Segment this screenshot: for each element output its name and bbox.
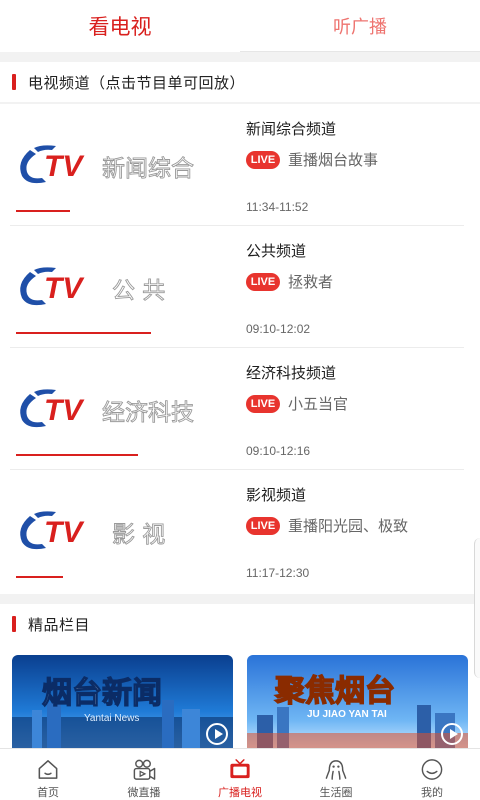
profile-icon <box>421 759 443 780</box>
nav-broadcast-tv[interactable]: 广播电视 <box>192 749 288 800</box>
program-time: 09:10-12:16 <box>246 444 311 458</box>
top-tab-bar: 看电视 听广播 <box>0 0 480 52</box>
yantai-news-subtitle: Yantai News <box>84 713 139 724</box>
channel-logo-text: 新闻综合 <box>102 156 194 182</box>
live-badge: LIVE <box>246 516 280 535</box>
channel-name: 公共频道 <box>246 242 307 260</box>
tab-watch-tv-label: 看电视 <box>88 14 152 39</box>
video-camera-icon <box>133 759 156 780</box>
nav-micro-live[interactable]: 微直播 <box>96 749 192 800</box>
octopus-icon <box>325 760 347 780</box>
current-program: 小五当官 <box>288 395 349 413</box>
channel-row[interactable]: TV 新闻综合 新闻综合频道 LIVE 重播烟台故事 11:34-11:52 <box>0 104 480 226</box>
playback-progress-bar <box>16 576 63 578</box>
playback-progress-bar <box>16 210 70 212</box>
featured-title: 精品栏目 <box>28 615 91 634</box>
play-icon <box>206 723 228 745</box>
yantai-news-thumbnail: 烟台新闻 Yantai News <box>12 655 233 748</box>
svg-text:TV: TV <box>44 272 85 305</box>
current-program: 重播阳光园、极致 <box>288 517 409 535</box>
featured-header: 精品栏目 <box>0 604 480 644</box>
home-icon <box>38 760 58 779</box>
program-time: 11:34-11:52 <box>246 200 309 214</box>
svg-text:TV: TV <box>44 394 85 427</box>
channel-logo-text: 经济科技 <box>102 400 194 426</box>
playback-progress-bar <box>16 454 138 456</box>
now-playing[interactable]: LIVE 小五当官 <box>246 393 348 414</box>
svg-text:TV: TV <box>44 150 85 183</box>
nav-life-circle[interactable]: 生活圈 <box>288 749 384 800</box>
svg-text:TV: TV <box>44 516 85 549</box>
channel-logo: TV 公 共 <box>20 267 166 306</box>
app-root: 看电视 听广播 电视频道（点击节目单可回放） TV 新闻综合 新闻综合频道 LI… <box>0 0 480 800</box>
play-icon <box>441 723 463 745</box>
nav-mine[interactable]: 我的 <box>384 749 480 800</box>
yantai-news-logo-text: 烟台新闻 <box>42 676 162 711</box>
channel-name: 影视频道 <box>246 486 307 504</box>
featured-card-focus-yantai[interactable]: 聚焦烟台 JU JIAO YAN TAI <box>247 655 468 748</box>
nav-home-label: 首页 <box>37 786 59 799</box>
tv-channels-header: 电视频道（点击节目单可回放） <box>0 62 480 102</box>
nav-micro-live-label: 微直播 <box>127 786 161 799</box>
channel-row[interactable]: TV 经济科技 经济科技频道 LIVE 小五当官 09:10-12:16 <box>0 348 480 470</box>
channel-row[interactable]: TV 公 共 公共频道 LIVE 拯救者 09:10-12:02 <box>0 226 480 348</box>
playback-progress-bar <box>16 332 151 334</box>
channel-list: TV 新闻综合 新闻综合频道 LIVE 重播烟台故事 11:34-11:52 T… <box>0 104 480 594</box>
now-playing[interactable]: LIVE 拯救者 <box>246 271 333 292</box>
channel-name: 新闻综合频道 <box>246 120 337 138</box>
live-badge: LIVE <box>246 272 280 291</box>
focus-yantai-subtitle: JU JIAO YAN TAI <box>307 709 387 720</box>
channel-logo: TV 经济科技 <box>20 389 194 428</box>
channel-logo-text: 公 共 <box>112 278 165 304</box>
nav-mine-label: 我的 <box>421 786 443 799</box>
now-playing[interactable]: LIVE 重播阳光园、极致 <box>246 515 408 536</box>
section-accent-bar <box>12 74 16 90</box>
channel-logo: TV 新闻综合 <box>20 145 194 184</box>
nav-broadcast-tv-label: 广播电视 <box>218 786 262 799</box>
program-time: 11:17-12:30 <box>246 566 310 580</box>
section-accent-bar <box>12 616 16 632</box>
side-drawer-handle[interactable] <box>474 538 480 678</box>
channel-name: 经济科技频道 <box>246 364 337 382</box>
channel-logo: TV 影 视 <box>20 511 166 550</box>
current-program: 重播烟台故事 <box>288 151 379 169</box>
focus-yantai-thumbnail: 聚焦烟台 JU JIAO YAN TAI <box>247 655 468 748</box>
channel-row[interactable]: TV 影 视 影视频道 LIVE 重播阳光园、极致 11:17-12:30 <box>0 470 480 592</box>
featured-card-yantai-news[interactable]: 烟台新闻 Yantai News <box>12 655 233 748</box>
live-badge: LIVE <box>246 394 280 413</box>
tv-channels-title: 电视频道（点击节目单可回放） <box>28 73 246 92</box>
nav-life-circle-label: 生活圈 <box>319 786 353 799</box>
tab-listen-radio[interactable]: 听广播 <box>240 0 480 51</box>
live-badge: LIVE <box>246 150 280 169</box>
current-program: 拯救者 <box>288 273 334 291</box>
tv-icon <box>230 759 250 779</box>
bottom-nav: 首页 微直播 广播电视 生活圈 我的 <box>0 748 480 800</box>
now-playing[interactable]: LIVE 重播烟台故事 <box>246 149 378 170</box>
nav-home[interactable]: 首页 <box>0 749 96 800</box>
program-time: 09:10-12:02 <box>246 322 311 336</box>
tab-listen-radio-label: 听广播 <box>333 16 387 38</box>
featured-cards: 烟台新闻 Yantai News 聚焦烟台 JU JIAO YAN TAI <box>0 644 480 748</box>
tab-watch-tv[interactable]: 看电视 <box>0 0 240 52</box>
focus-yantai-logo-text: 聚焦烟台 <box>274 674 395 709</box>
channel-logo-text: 影 视 <box>112 522 165 548</box>
